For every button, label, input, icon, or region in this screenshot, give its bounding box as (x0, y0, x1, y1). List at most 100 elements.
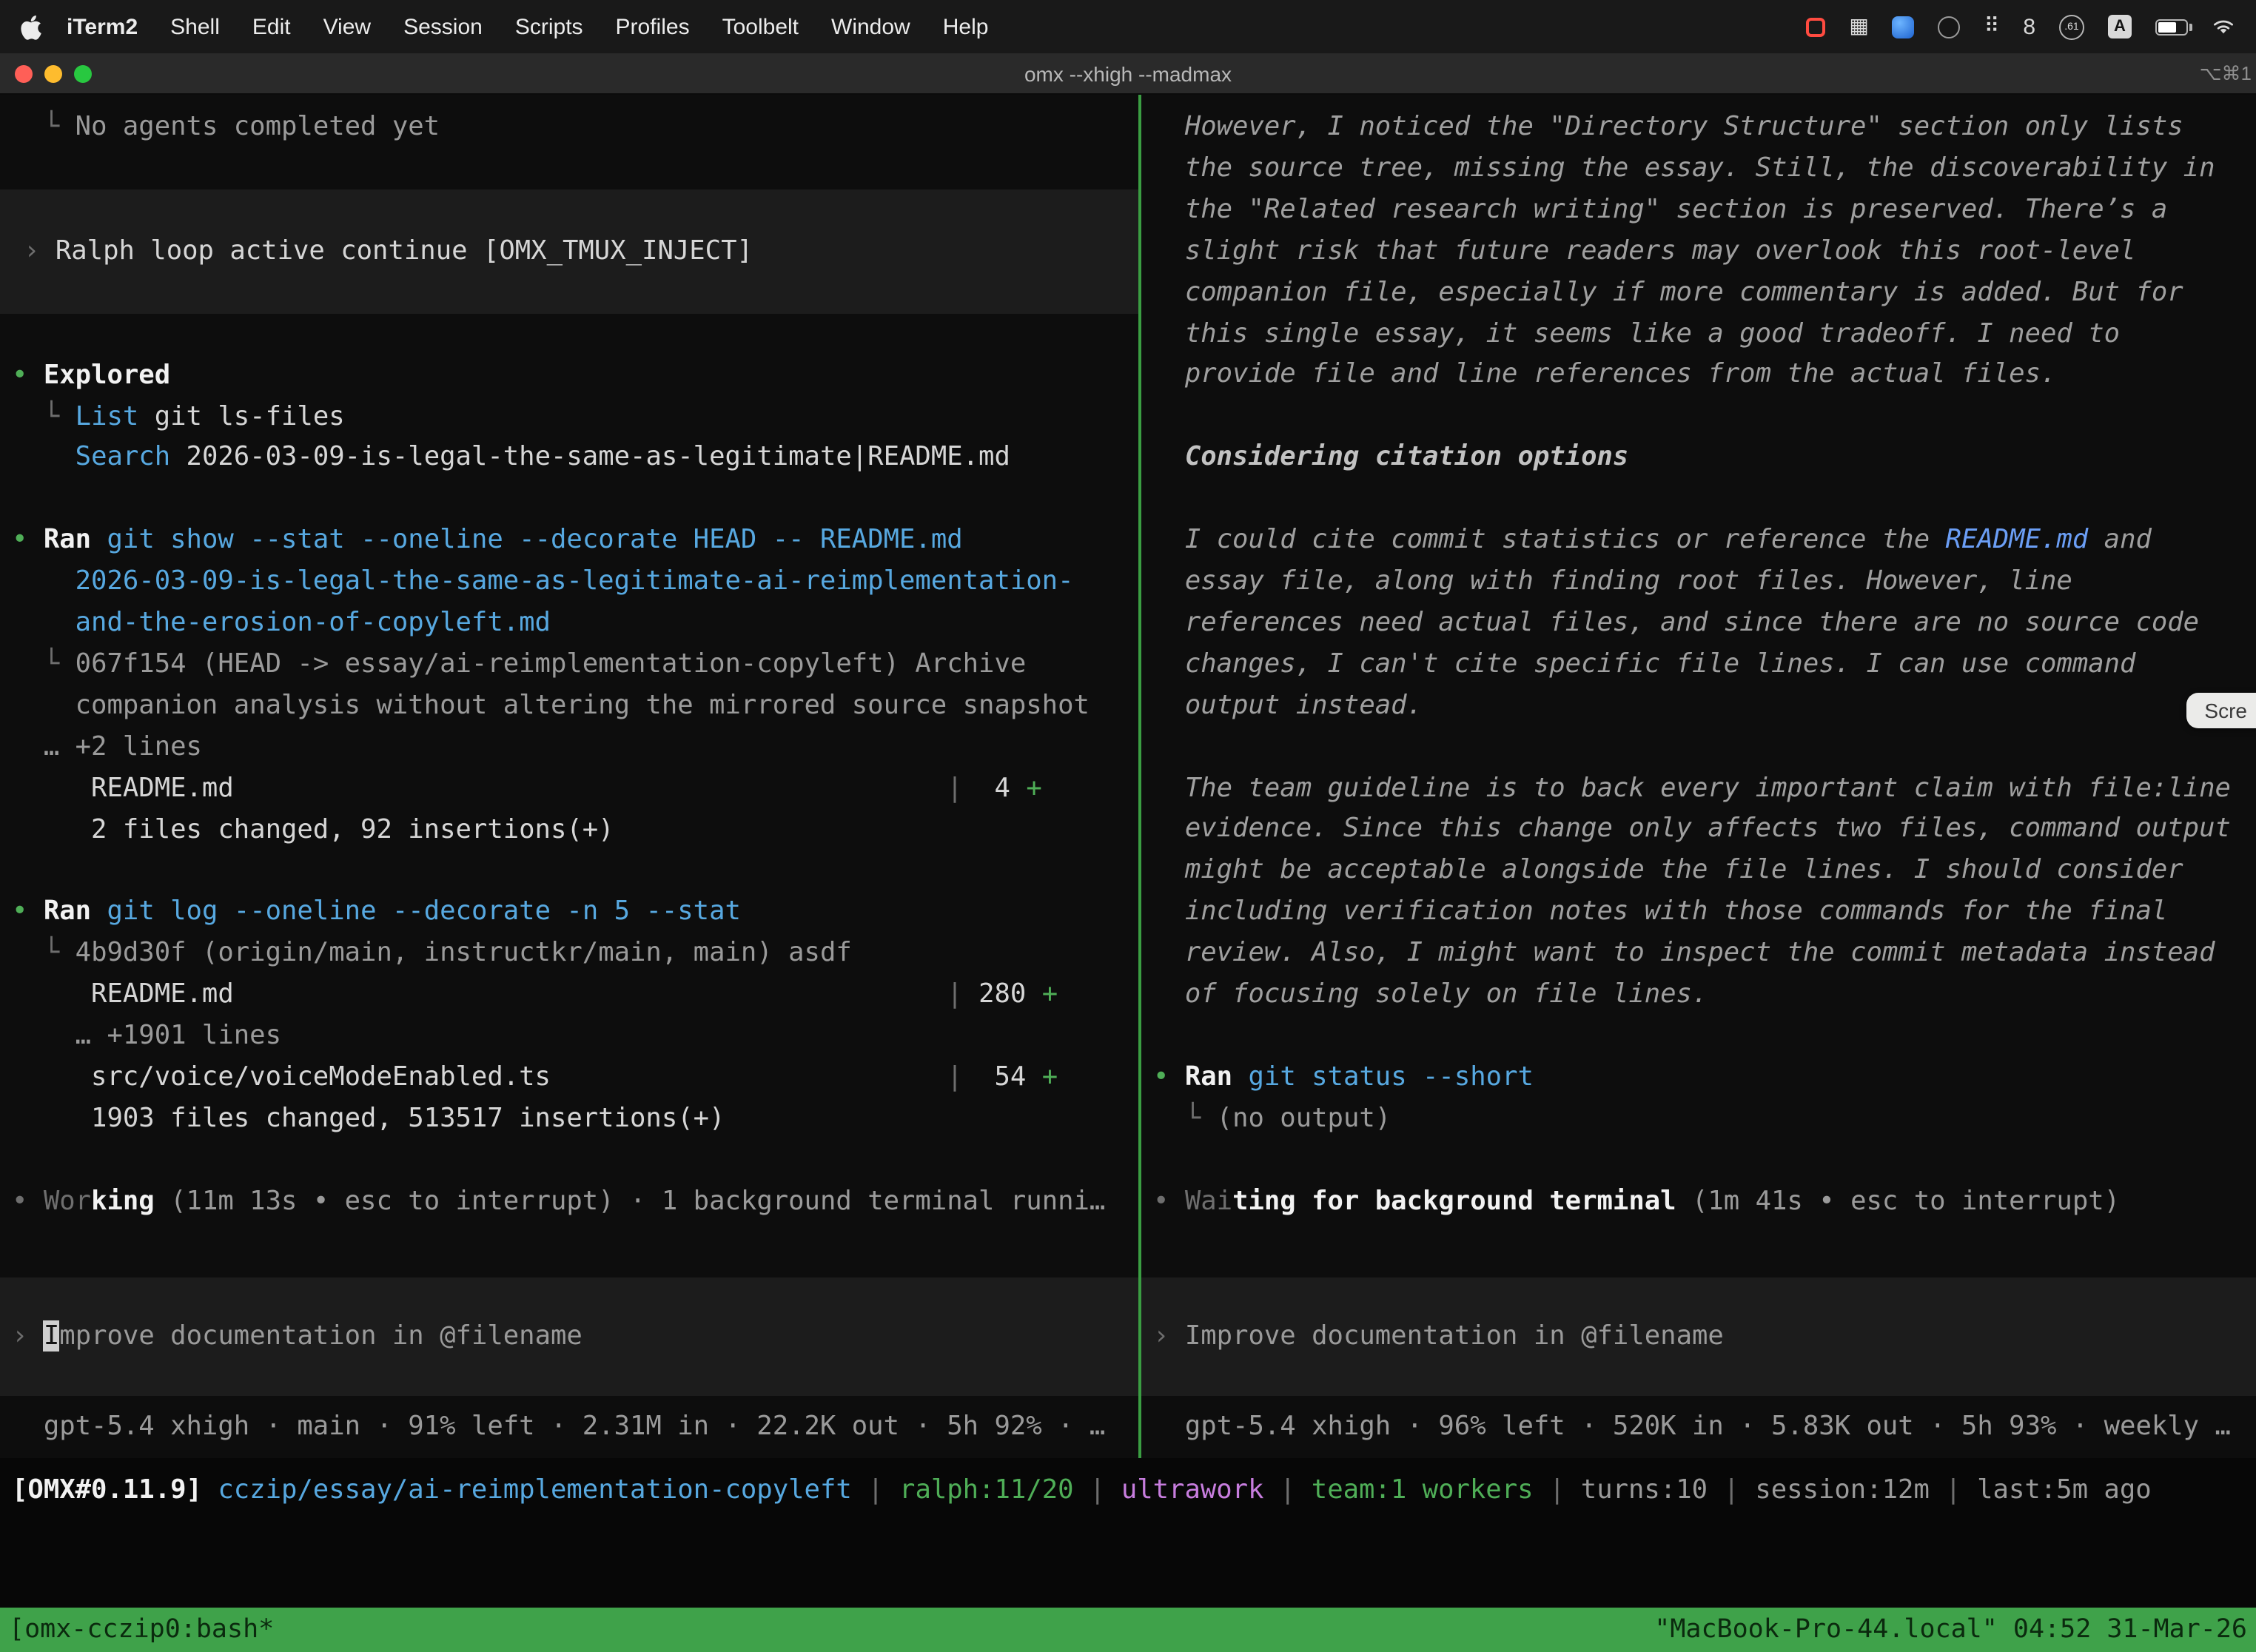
text-segment: | (852, 1474, 899, 1505)
tmux-pane-right[interactable]: However, I noticed the "Directory Struct… (1141, 95, 2256, 1458)
menu-bar: iTerm2 ShellEditViewSessionScriptsProfil… (0, 0, 2256, 53)
text-segment: evidence. Since this change only affects… (1153, 813, 2231, 845)
menu-items: ShellEditViewSessionScriptsProfilesToolb… (154, 14, 1004, 39)
terminal-line: provide file and line references from th… (1153, 355, 2256, 396)
terminal-line: this single essay, it seems like a good … (1153, 313, 2256, 355)
menu-help[interactable]: Help (927, 14, 1005, 39)
terminal-line: of focusing solely on file lines. (1153, 974, 2256, 1015)
terminal-line: essay file, along with finding root file… (1153, 561, 2256, 602)
minimize-button[interactable] (44, 64, 62, 82)
text-segment: git ls-files (138, 400, 344, 432)
ran-git-status-line: • Ran git status --short (1153, 1057, 2256, 1098)
blue-app-icon[interactable] (1893, 16, 1915, 38)
battery-icon[interactable] (2155, 19, 2188, 35)
tmux-host-clock-label: "MacBook-Pro-44.local" 04:52 31-Mar-26 (1654, 1615, 2247, 1645)
terminal-line: companion file, especially if more comme… (1153, 272, 2256, 313)
text-segment: review. Also, I might want to inspect th… (1153, 937, 2215, 968)
terminal-line: I could cite commit statistics or refere… (1153, 520, 2256, 561)
text-segment: git status --short (1249, 1061, 1534, 1092)
explored-header: • Explored (12, 355, 1138, 396)
terminal-line (1153, 396, 2256, 437)
working-status-line: • Working (11m 13s • esc to interrupt) ·… (12, 1181, 1138, 1223)
text-segment: | (1074, 1474, 1121, 1505)
keyboard-icon[interactable]: ▦ (1849, 15, 1868, 38)
terminal-line (12, 1140, 1138, 1181)
prompt-chevron: › (24, 235, 56, 266)
text-segment: provide file and line references from th… (1153, 359, 2056, 390)
text-segment: README.md (12, 978, 947, 1010)
terminal-line: README.md | 4 + (12, 768, 1138, 809)
text-segment: + (1042, 978, 1058, 1010)
window-title-bar[interactable]: omx --xhigh --madmax ⌥⌘1 (0, 53, 2256, 95)
terminal-line: might be acceptable alongside the file l… (1153, 850, 2256, 892)
session-status-line: gpt-5.4 xhigh · main · 91% left · 2.31M … (12, 1406, 1105, 1448)
text-segment: (no output) (1217, 1103, 1391, 1134)
screen-record-stop-icon[interactable] (1806, 17, 1825, 36)
text-segment: └ (1153, 1103, 1217, 1134)
menu-view[interactable]: View (307, 14, 388, 39)
text-segment: 2026-03-09-is-legal-the-same-as-legitima… (12, 565, 1074, 597)
omx-branch: cczip/essay/ai-reimplementation-copyleft (218, 1474, 851, 1505)
text-segment: src/voice/voiceModeEnabled.ts (12, 1061, 947, 1092)
wifi-icon[interactable] (2212, 18, 2235, 36)
text-segment: … +2 lines (12, 731, 202, 762)
text-segment: | (1264, 1474, 1312, 1505)
menu-app-name[interactable]: iTerm2 (50, 14, 154, 39)
apple-menu-icon[interactable] (21, 14, 41, 39)
traffic-lights (15, 64, 92, 82)
text-segment: • Wor (12, 1186, 91, 1217)
menu-edit[interactable]: Edit (236, 14, 307, 39)
left-prompt-input[interactable]: › Improve documentation in @filename (0, 1277, 1138, 1396)
zoom-button[interactable] (74, 64, 92, 82)
text-segment: references need actual files, and since … (1153, 607, 2199, 638)
menu-bar-status-icons: ▦ ⠿ 8 .61 A (1806, 14, 2235, 39)
text-segment: (1m 41s • esc to interrupt) (1676, 1185, 2121, 1216)
terminal-line: output instead. (1153, 685, 2256, 726)
text-segment: + (1026, 772, 1041, 803)
text-segment: Ran (44, 525, 107, 556)
screen: iTerm2 ShellEditViewSessionScriptsProfil… (0, 0, 2256, 1652)
right-prompt-input[interactable]: › Improve documentation in @filename (1141, 1277, 2256, 1396)
menu-profiles[interactable]: Profiles (600, 14, 706, 39)
omx-team: team:1 workers (1312, 1474, 1534, 1505)
menu-scripts[interactable]: Scripts (499, 14, 600, 39)
menu-toolbelt[interactable]: Toolbelt (706, 14, 815, 39)
terminal-line (1153, 1139, 2256, 1181)
menu-shell[interactable]: Shell (154, 14, 236, 39)
menu-window[interactable]: Window (815, 14, 927, 39)
battery-percent-circle-icon[interactable]: .61 (2059, 14, 2084, 39)
stat-widget-icon[interactable]: 8 (2023, 14, 2035, 39)
dark-circle-app-icon[interactable] (1938, 16, 1961, 38)
text-segment: | (947, 1061, 962, 1092)
screen-sharing-overlay[interactable]: Scre (2186, 693, 2256, 728)
terminal-line: review. Also, I might want to inspect th… (1153, 933, 2256, 974)
tmux-session-label: [omx-cczip0:bash* (9, 1615, 274, 1645)
menu-session[interactable]: Session (387, 14, 499, 39)
tmux-pane-left[interactable]: └ No agents completed yet › Ralph loop a… (0, 95, 1138, 1458)
text-segment: … +1901 lines (12, 1020, 281, 1051)
terminal-line: 2026-03-09-is-legal-the-same-as-legitima… (12, 561, 1138, 602)
omx-ralph-counter: ralph:11/20 (899, 1474, 1074, 1505)
text-segment: might be acceptable alongside the file l… (1153, 855, 2183, 886)
terminal-line (1153, 726, 2256, 768)
text-segment: gpt-5.4 xhigh · main · 91% left · 2.31M … (12, 1411, 1105, 1442)
text-segment: king (91, 1186, 155, 1217)
waiting-status-line: • Waiting for background terminal (1m 41… (1153, 1181, 2256, 1222)
text-segment: this single essay, it seems like a good … (1153, 318, 2120, 349)
text-segment: Considering citation options (1153, 442, 1628, 473)
left-scrollback: └ No agents completed yet › Ralph loop a… (0, 95, 1138, 1277)
bottom-spacer (0, 1523, 2256, 1608)
text-segment: └ (12, 400, 75, 432)
omx-session-time: session:12m (1755, 1474, 1930, 1505)
omx-turns: turns:10 (1581, 1474, 1708, 1505)
text-segment: However, I noticed the "Directory Struct… (1153, 111, 2183, 142)
text-segment: └ (12, 111, 75, 142)
bullet-icon: • (1153, 1061, 1185, 1092)
left-session-status: gpt-5.4 xhigh · main · 91% left · 2.31M … (0, 1396, 1138, 1458)
dots-grid-icon[interactable]: ⠿ (1984, 15, 2000, 38)
text-segment: 54 (963, 1061, 1042, 1092)
text-segment: Explored (44, 359, 170, 390)
close-button[interactable] (15, 64, 33, 82)
bullet-icon: • (12, 525, 44, 556)
input-source-icon[interactable]: A (2108, 15, 2132, 38)
